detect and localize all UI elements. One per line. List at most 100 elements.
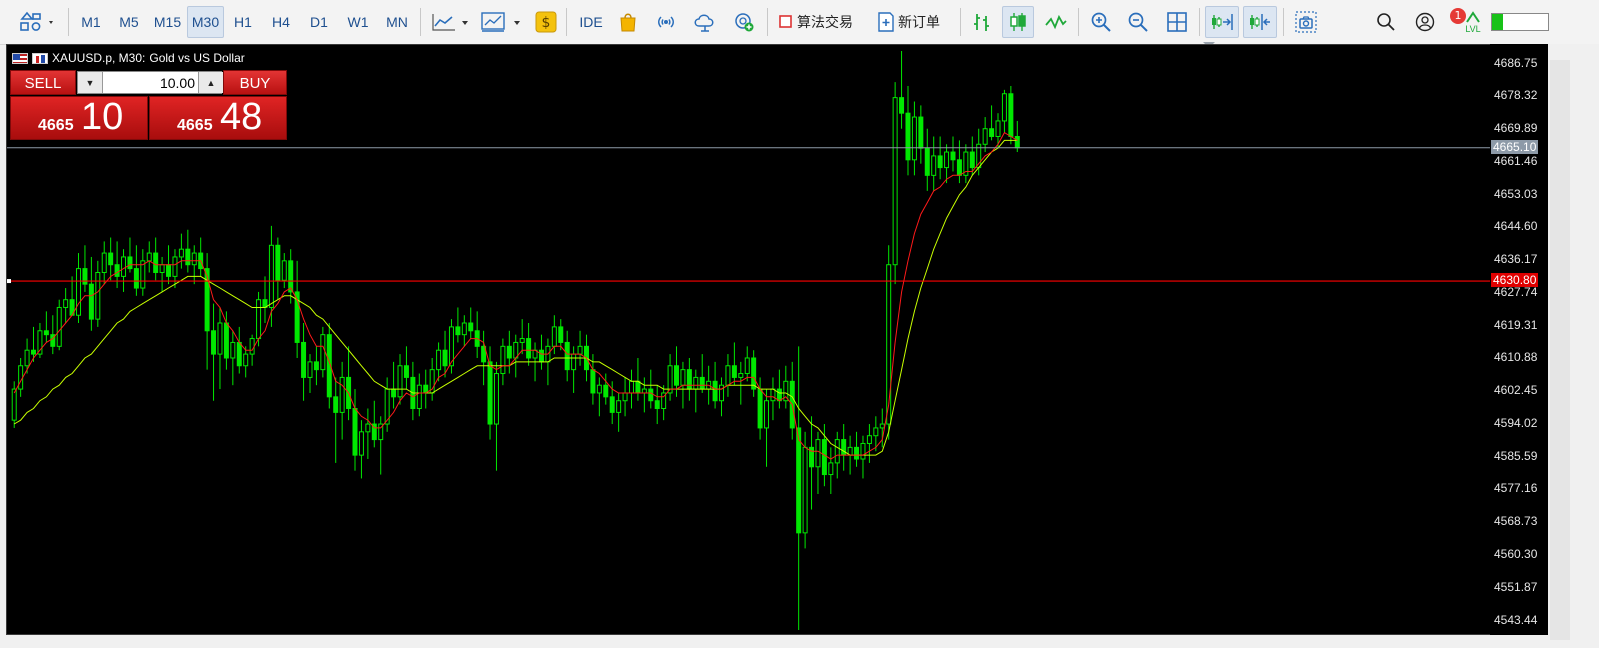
chart-shift-button[interactable] (1243, 6, 1277, 38)
bear-candle (82, 268, 88, 285)
bull-candle (577, 345, 583, 355)
toolbar-separator (68, 8, 69, 36)
zoom-out-button[interactable] (1122, 6, 1154, 38)
toolbar-separator (960, 8, 961, 36)
indicators-button[interactable] (478, 6, 526, 38)
chart-header: XAUUSD.p, M30: Gold vs US Dollar (12, 50, 245, 66)
bear-candle (455, 326, 461, 336)
algo-trading-button[interactable]: 算法交易 (775, 6, 867, 38)
bull-candle (95, 271, 101, 320)
tf-m15-button[interactable]: M15 (149, 6, 186, 38)
bear-candle (211, 330, 217, 355)
shopping-bag-icon (620, 13, 636, 32)
level-button[interactable]: LVL (1458, 6, 1488, 38)
tf-h1-button[interactable]: H1 (227, 6, 259, 38)
buy-quote[interactable]: 4665 48 (149, 96, 287, 140)
bear-candle (127, 256, 133, 270)
bull-candle (146, 252, 152, 262)
signals-button[interactable] (650, 6, 682, 38)
new-order-button[interactable]: 新订单 (874, 6, 954, 38)
ma-fast-line (13, 131, 1018, 460)
bull-candle (1001, 93, 1007, 122)
bear-candle (288, 260, 294, 293)
tf-h4-button[interactable]: H4 (265, 6, 297, 38)
market-button[interactable] (612, 6, 644, 38)
candlestick-icon (1010, 13, 1026, 31)
price-axis-label: 4619.31 (1494, 317, 1538, 332)
tf-m5-button[interactable]: M5 (112, 6, 146, 38)
tile-windows-button[interactable] (1161, 6, 1193, 38)
bear-candle (956, 159, 962, 176)
buy-button[interactable]: BUY (223, 70, 287, 95)
bull-candle (834, 439, 840, 464)
dollar-button[interactable]: $ (532, 6, 560, 38)
tf-w1-label: W1 (347, 14, 369, 30)
bull-candle (680, 369, 686, 386)
indicator-chart-icon (481, 12, 520, 32)
algo-trading-icon (779, 15, 792, 28)
bear-candle (442, 349, 448, 367)
sell-button[interactable]: SELL (10, 70, 76, 95)
bear-candle (133, 268, 139, 289)
ide-button[interactable]: IDE (574, 6, 608, 38)
zoom-in-button[interactable] (1085, 6, 1117, 38)
volume-increase-button[interactable]: ▲ (198, 72, 223, 93)
bear-candle (1008, 93, 1014, 137)
price-axis[interactable]: 4686.75 4678.32 4669.89 4661.46 4653.03 4644.… (1490, 44, 1548, 635)
bull-candle (11, 388, 17, 421)
bull-candle (172, 256, 178, 277)
sell-quote[interactable]: 4665 10 (10, 96, 148, 140)
main-toolbar: M1 M5 M15 M30 H1 H4 D1 W1 MN $ IDE 算法交易 … (0, 0, 1599, 45)
line-button[interactable] (1040, 6, 1072, 38)
bull-candle (339, 376, 345, 413)
tf-mn-button[interactable]: MN (380, 6, 414, 38)
bull-candle (243, 353, 249, 367)
level-line-handle (7, 279, 11, 284)
new-order-label: 新订单 (898, 14, 940, 30)
tf-m30-label: M30 (191, 14, 220, 30)
bid-price-tag: 4665.10 (1491, 139, 1539, 154)
search-button[interactable] (1370, 6, 1402, 38)
volume-decrease-button[interactable]: ▼ (78, 72, 103, 93)
search-icon (1377, 13, 1395, 31)
algo-trading-label: 算法交易 (797, 14, 853, 30)
volume-input[interactable] (103, 72, 198, 93)
candles-button[interactable] (1002, 6, 1034, 38)
ma-slow-line (13, 139, 1018, 456)
price-axis-label: 4560.30 (1494, 547, 1538, 561)
tf-m30-button[interactable]: M30 (187, 6, 224, 38)
user-icon (1415, 12, 1435, 32)
bull-candle (519, 338, 525, 343)
tf-d1-button[interactable]: D1 (303, 6, 335, 38)
objects-menu-button[interactable] (14, 6, 62, 38)
toolbar-separator (1078, 8, 1079, 36)
network-button[interactable] (728, 6, 760, 38)
bear-candle (526, 338, 532, 359)
bull-candle (365, 423, 371, 433)
grid-icon (1167, 12, 1187, 32)
vertical-scroll-area[interactable] (1550, 60, 1570, 640)
tf-m1-button[interactable]: M1 (74, 6, 108, 38)
bull-candle (628, 380, 634, 394)
vps-button[interactable] (688, 6, 722, 38)
autoscroll-button[interactable] (1205, 6, 1239, 38)
chart-type-button[interactable] (428, 6, 474, 38)
bear-candle (918, 116, 924, 149)
level-arrows-icon (1466, 11, 1480, 23)
buy-price-pips: 48 (220, 96, 263, 138)
screenshot-button[interactable] (1290, 6, 1322, 38)
bull-candle (873, 427, 879, 437)
bull-candle (738, 373, 744, 378)
bear-candle (969, 151, 975, 169)
account-button[interactable] (1410, 6, 1442, 38)
volume-field: ▼ ▲ (77, 71, 223, 94)
bar-chart-button[interactable] (966, 6, 998, 38)
sell-price-major: 4665 (38, 117, 74, 134)
tf-w1-button[interactable]: W1 (341, 6, 375, 38)
price-axis-label: 4644.60 (1494, 219, 1538, 234)
bear-candle (558, 326, 564, 343)
one-click-trading-panel: SELL ▼ ▲ BUY 4665 10 4665 48 (10, 70, 287, 140)
toolbar-separator (566, 8, 567, 36)
bull-candle (802, 446, 808, 534)
bear-candle (841, 439, 847, 456)
